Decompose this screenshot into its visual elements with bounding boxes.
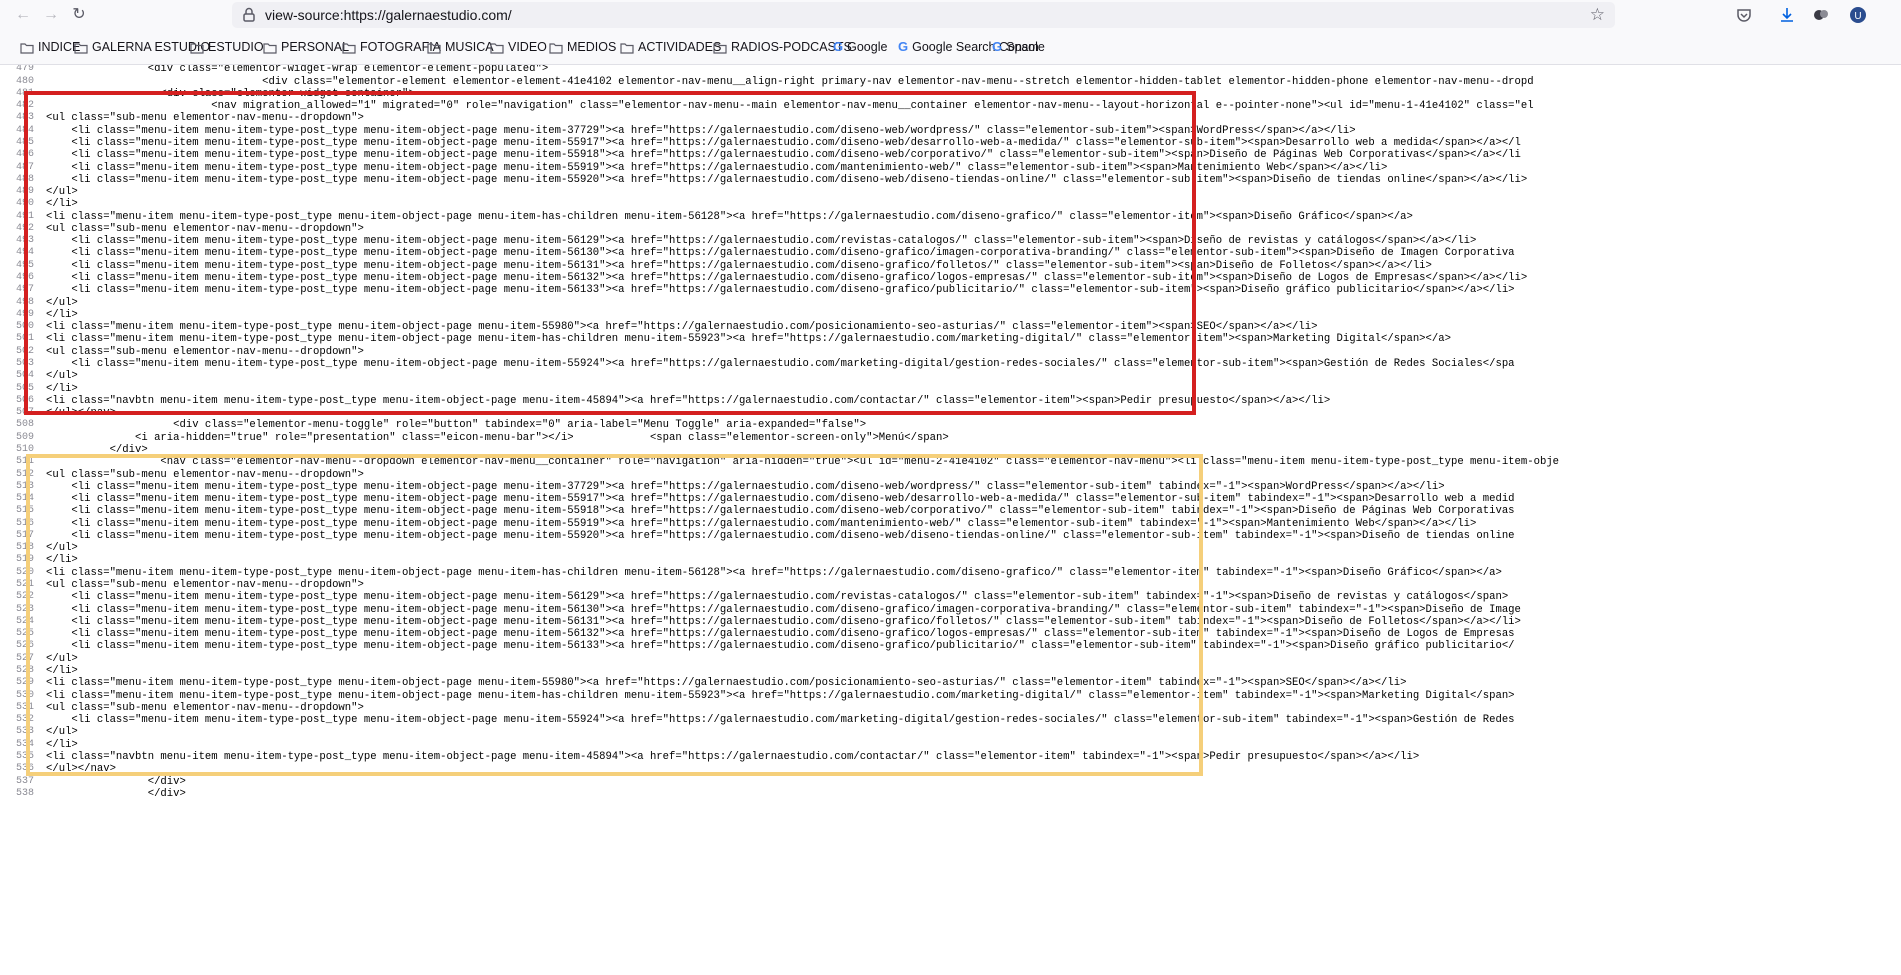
bookmark-label: MUSICA	[445, 40, 494, 54]
google-icon: G	[992, 39, 1003, 54]
source-line: 508 <div class="elementor-menu-toggle" r…	[0, 419, 1901, 431]
google-icon: G	[833, 39, 844, 54]
bookmarks-toolbar: INDICE GALERNA ESTUDIO ESTUDIO PERSONAL …	[0, 30, 1901, 65]
source-line: 509 <i aria-hidden="true" role="presenta…	[0, 432, 1901, 444]
source-code: <div class="elementor-element elementor-…	[46, 75, 1534, 88]
source-code: <div class="elementor-widget-wrap elemen…	[46, 65, 549, 76]
reload-icon[interactable]: ↻	[68, 4, 90, 26]
bookmark-label: VIDEO	[508, 40, 547, 54]
address-bar[interactable]: view-source:https://galernaestudio.com/ …	[232, 2, 1615, 28]
bookmark-spam[interactable]: G Spam	[992, 30, 1039, 64]
line-number: 508	[15, 419, 34, 431]
bookmark-star-icon[interactable]: ☆	[1590, 2, 1605, 28]
extension-icon[interactable]	[1812, 6, 1830, 24]
source-line: 480 <div class="elementor-element elemen…	[0, 76, 1901, 88]
bookmark-personal[interactable]: PERSONAL	[263, 30, 349, 64]
bookmark-label: Google	[847, 40, 888, 54]
bookmark-actividades[interactable]: ACTIVIDADES	[620, 30, 721, 64]
folder-icon	[74, 43, 88, 54]
folder-icon	[427, 43, 441, 54]
bookmark-estudio[interactable]: ESTUDIO	[190, 30, 264, 64]
bookmark-label: MEDIOS	[567, 40, 617, 54]
line-number: 538	[15, 787, 34, 799]
folder-icon	[490, 43, 504, 54]
source-line: 538 </div>	[0, 788, 1901, 800]
back-arrow-icon[interactable]: ←	[12, 4, 34, 26]
forward-arrow-icon[interactable]: →	[40, 4, 62, 26]
line-number: 509	[15, 431, 34, 443]
folder-icon	[620, 43, 634, 54]
folder-icon	[20, 43, 34, 54]
source-code: </div>	[46, 787, 186, 800]
pocket-icon[interactable]	[1735, 6, 1753, 24]
bookmark-radios-podcasts[interactable]: RADIOS-PODCASTS	[713, 30, 852, 64]
line-number: 479	[15, 65, 34, 75]
source-code: <i aria-hidden="true" role="presentation…	[46, 431, 949, 444]
line-number: 480	[15, 75, 34, 87]
google-icon: G	[898, 39, 909, 54]
lock-icon	[243, 7, 255, 22]
bookmark-indice[interactable]: INDICE	[20, 30, 80, 64]
folder-icon	[342, 43, 356, 54]
folder-icon	[713, 43, 727, 54]
source-line: 537 </div>	[0, 776, 1901, 788]
bookmark-label: PERSONAL	[281, 40, 350, 54]
line-number: 537	[15, 775, 34, 787]
bookmark-video[interactable]: VIDEO	[490, 30, 547, 64]
bookmark-google[interactable]: G Google	[833, 30, 887, 64]
folder-icon	[263, 43, 277, 54]
bookmark-medios[interactable]: MEDIOS	[549, 30, 616, 64]
folder-icon	[549, 43, 563, 54]
red-highlight-box	[24, 91, 1196, 415]
browser-toolbar: ← → ↻ view-source:https://galernaestudio…	[0, 0, 1901, 30]
url-text[interactable]: view-source:https://galernaestudio.com/	[265, 2, 512, 28]
source-line: 479 <div class="elementor-widget-wrap el…	[0, 65, 1901, 76]
bookmark-label: Spam	[1006, 40, 1039, 54]
svg-text:U: U	[1854, 11, 1861, 22]
download-icon[interactable]	[1778, 6, 1796, 24]
bookmark-musica[interactable]: MUSICA	[427, 30, 494, 64]
bookmark-label: ACTIVIDADES	[638, 40, 722, 54]
profile-icon[interactable]: U	[1849, 6, 1867, 24]
bookmark-label: ESTUDIO	[208, 40, 264, 54]
yellow-highlight-box	[26, 454, 1203, 776]
source-code: </div>	[46, 775, 186, 788]
source-code: <div class="elementor-menu-toggle" role=…	[46, 419, 867, 432]
folder-icon	[190, 43, 204, 54]
